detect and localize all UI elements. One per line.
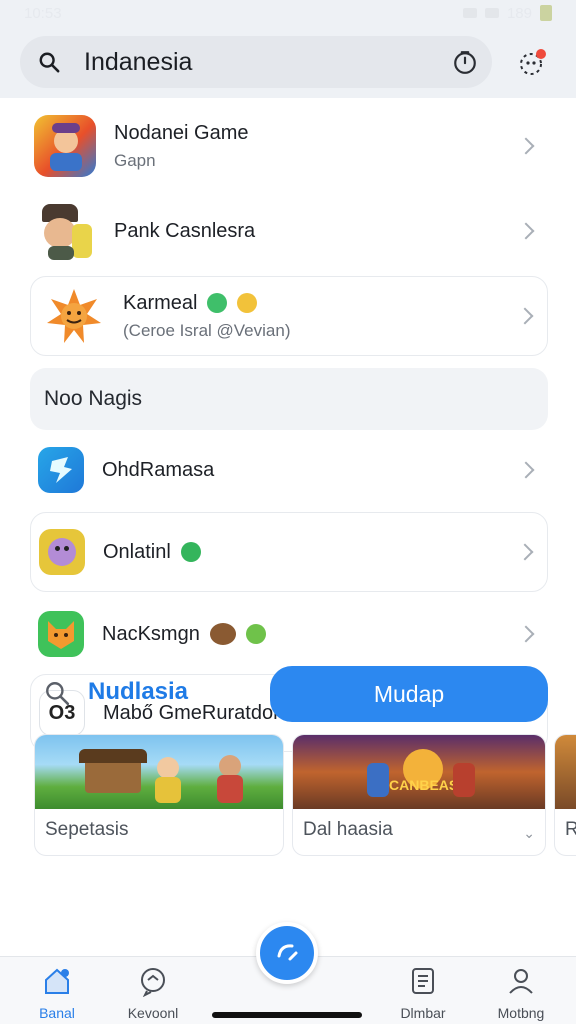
fox-app-icon <box>38 611 84 657</box>
list-item-title-text: NacKsmgn <box>102 622 200 645</box>
list-item-title: NacKsmgn <box>102 623 266 646</box>
list-item-title: Onlatinl <box>103 541 201 564</box>
crown-icon <box>237 293 258 314</box>
clover-icon <box>207 293 228 314</box>
home-indicator <box>212 1012 362 1018</box>
status-bar: 10:53 189 <box>0 0 576 26</box>
chevron-down-icon[interactable]: ⌄ <box>523 825 535 842</box>
list-item-subtitle: (Ceroe Isral @Vevian) <box>123 320 291 340</box>
top-area: Indanesia <box>0 26 576 98</box>
game-app-icon <box>34 115 96 177</box>
chevron-right-icon <box>517 222 535 240</box>
search-link[interactable]: Nudlasia <box>88 678 188 706</box>
signal-icon <box>462 8 477 18</box>
refresh-icon <box>277 944 298 961</box>
list-item-title: OhdRamasa <box>102 458 215 481</box>
nav-home[interactable]: Banal <box>7 965 107 1021</box>
profile-icon <box>509 969 533 994</box>
gallery-caption: Sepetasis <box>45 819 129 840</box>
list-item-title: Nodanei Game <box>114 121 249 144</box>
chevron-right-icon <box>516 543 534 561</box>
chat-icon <box>141 968 165 997</box>
list-item-title: Karmeal <box>123 292 291 315</box>
action-row: Nudlasia Mudap <box>0 664 576 722</box>
gallery-card[interactable]: R <box>554 734 576 856</box>
chevron-right-icon <box>517 137 535 155</box>
search-icon[interactable] <box>44 680 70 706</box>
nav-profile[interactable]: Motbng <box>471 965 571 1021</box>
chevron-right-icon <box>517 625 535 643</box>
list-item[interactable]: Pank Casnlesra <box>30 198 548 264</box>
leaf-icon <box>245 624 266 645</box>
search-query[interactable]: Indanesia <box>84 48 192 77</box>
chevron-right-icon <box>517 461 535 479</box>
list-item[interactable]: Nodanei Game Gapn <box>30 112 548 180</box>
list-item-title-text: Karmeal <box>123 291 198 314</box>
gallery-caption: Dal haasia <box>303 819 393 840</box>
game-logo-text: CANBEAS <box>389 777 459 793</box>
nav-label: Banal <box>39 1005 75 1021</box>
gallery-card[interactable]: CANBEAS Dal haasia ⌄ <box>292 734 546 856</box>
jungle-scene-image <box>35 735 283 809</box>
home-icon <box>45 968 69 994</box>
gallery: Sepetasis CANBEAS Dal haasia ⌄ R <box>34 734 576 856</box>
treasure-scene-image: CANBEAS <box>293 735 545 809</box>
battery-icon <box>540 5 552 21</box>
list-item-title: Pank Casnlesra <box>114 219 256 242</box>
blue-app-icon <box>38 447 84 493</box>
content-list: Nodanei Game Gapn Pank Casnlesra Karmeal… <box>0 98 576 958</box>
list-item-card[interactable]: Karmeal (Ceroe Isral @Vevian) <box>30 276 548 356</box>
partial-scene-image <box>555 735 576 809</box>
list-item-title-text: Onlatinl <box>103 540 171 563</box>
timer-icon[interactable] <box>452 49 478 75</box>
section-header: Noo Nagis <box>30 368 548 430</box>
monster-app-icon <box>39 529 85 575</box>
notification-menu-icon[interactable] <box>516 48 548 80</box>
sun-app-icon <box>43 285 105 347</box>
mudap-button[interactable]: Mudap <box>270 666 548 722</box>
nav-label: Kevoonl <box>127 1005 179 1021</box>
refresh-fab-button[interactable] <box>256 922 318 984</box>
list-item-card[interactable]: Onlatinl <box>30 512 548 592</box>
document-icon <box>412 968 434 994</box>
list-item-subtitle: Gapn <box>114 150 156 170</box>
nav-label: Motbng <box>497 1005 545 1021</box>
nav-chat[interactable]: Kevoonl <box>103 965 203 1021</box>
nav-label: Dlmbar <box>400 1005 446 1021</box>
list-item[interactable]: NacKsmgn <box>30 598 548 670</box>
status-time: 10:53 <box>24 4 62 22</box>
search-bar[interactable]: Indanesia <box>20 36 492 88</box>
coconut-icon <box>209 623 236 646</box>
status-icons: 189 <box>462 4 552 22</box>
gallery-card[interactable]: Sepetasis <box>34 734 284 856</box>
list-item[interactable]: OhdRamasa <box>30 434 548 506</box>
clover-icon <box>180 542 201 563</box>
search-icon <box>39 52 60 73</box>
gallery-caption: R <box>565 819 576 841</box>
chevron-right-icon <box>516 307 534 325</box>
battery-text: 189 <box>506 4 532 22</box>
wifi-icon <box>484 8 499 18</box>
character-app-icon <box>34 200 96 262</box>
nav-document[interactable]: Dlmbar <box>373 965 473 1021</box>
